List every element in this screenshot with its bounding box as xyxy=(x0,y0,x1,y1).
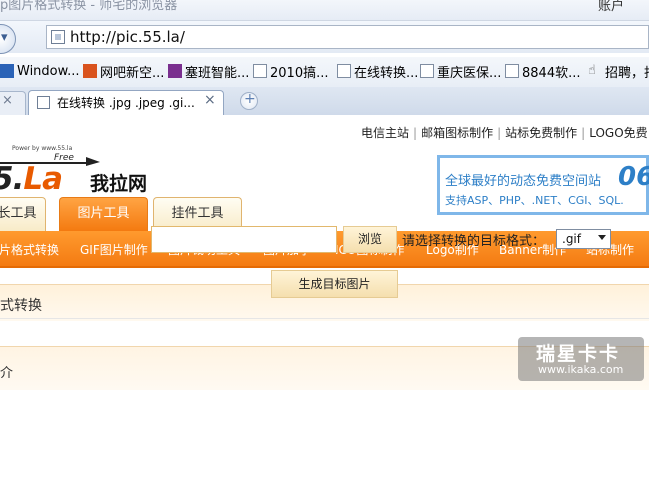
site-logo[interactable]: Power by www.55.la Free 5.La 我拉网 xyxy=(0,130,174,197)
toplink-logo-maker[interactable]: LOGO免费 xyxy=(589,124,647,141)
toplink-mail-icon-maker[interactable]: 邮箱图标制作 xyxy=(421,124,493,141)
bookmark-label: 在线转换... xyxy=(354,65,419,81)
bookmark-item[interactable]: 塞班智能... xyxy=(168,61,249,81)
bookmark-label: 重庆医保... xyxy=(437,65,502,81)
web-page: 电信主站 | 邮箱图标制作 | 站标免费制作 | LOGO免费 Power by www.5… xyxy=(0,115,649,504)
browse-button[interactable]: 浏览 xyxy=(343,226,397,253)
symbian-icon xyxy=(168,64,182,78)
tab-active[interactable]: 在线转换 .jpg .jpeg .gi... × xyxy=(28,90,224,115)
address-bar[interactable]: http://pic.55.la/ xyxy=(46,25,649,49)
subnav-format-convert[interactable]: 片格式转换 xyxy=(0,241,59,258)
chevron-down-icon: ▾ xyxy=(1,30,8,45)
subnav-gif-maker[interactable]: GIF图片制作 xyxy=(80,241,148,258)
bookmark-item[interactable]: 8844软... xyxy=(505,61,580,81)
bookmark-item[interactable]: 2010搞... xyxy=(253,61,328,81)
main-tab-image-tools[interactable]: 图片工具 xyxy=(59,197,148,231)
tab-label: 在线转换 .jpg .jpeg .gi... xyxy=(57,96,195,110)
account-menu[interactable]: 账户 xyxy=(598,0,624,14)
bookmark-label: 招聘，找 xyxy=(605,65,649,81)
tab-previous[interactable]: × xyxy=(0,91,26,115)
watermark-brand: 瑞星卡卡 xyxy=(536,343,621,365)
section-title: 式转换 xyxy=(0,298,42,314)
close-icon[interactable]: × xyxy=(2,93,13,108)
ad-banner[interactable]: 全球最好的动态免费空间站 06 支持ASP、PHP、.NET、CGI、SQL. xyxy=(437,155,649,215)
file-path-input[interactable] xyxy=(151,226,337,253)
chevron-down-icon xyxy=(598,235,606,240)
generate-button[interactable]: 生成目标图片 xyxy=(271,270,398,298)
logo-wordmark: 5.La xyxy=(0,161,63,197)
tab-strip: × 在线转换 .jpg .jpeg .gi... × + xyxy=(0,87,649,115)
toplink-favicon-maker[interactable]: 站标免费制作 xyxy=(505,124,577,141)
page-icon xyxy=(505,64,519,78)
intro-title: 介 xyxy=(0,366,14,381)
toplink-telecom[interactable]: 电信主站 xyxy=(361,124,409,141)
new-tab-button[interactable]: + xyxy=(240,91,258,110)
bookmark-label: 塞班智能... xyxy=(185,65,250,81)
bookmark-item[interactable]: 在线转换... xyxy=(337,61,418,81)
bookmark-item[interactable]: 网吧新空... xyxy=(83,61,164,81)
page-icon xyxy=(253,64,267,78)
watermark-url: www.ikaka.com xyxy=(538,363,624,376)
ad-subline: 支持ASP、PHP、.NET、CGI、SQL. xyxy=(445,194,624,207)
bookmark-item[interactable]: 重庆医保... xyxy=(420,61,501,81)
main-tab-account-tools[interactable]: 长工具 xyxy=(0,197,46,231)
page-icon xyxy=(37,96,50,109)
ad-number: 06 xyxy=(618,162,649,192)
page-icon xyxy=(51,30,65,44)
page-icon xyxy=(420,64,434,78)
hand-icon: ☝ xyxy=(588,63,596,78)
window-titlebar: p图片格式转换 - 师宅的浏览器 账户 xyxy=(0,0,649,21)
bookmark-label: Window... xyxy=(17,63,80,79)
windows7-icon xyxy=(0,64,14,78)
format-select[interactable]: .gif xyxy=(556,229,611,249)
format-label: 请选择转换的目标格式： xyxy=(402,234,546,249)
bookmark-item[interactable]: Window... xyxy=(0,61,79,81)
ad-headline: 全球最好的动态免费空间站 xyxy=(445,174,602,189)
bookmark-label: 8844软... xyxy=(522,65,581,81)
separator: | xyxy=(497,126,502,140)
logo-chinese-name: 我拉网 xyxy=(90,173,148,195)
page-icon xyxy=(337,64,351,78)
bookmark-label: 2010搞... xyxy=(270,65,329,81)
separator: | xyxy=(413,126,418,140)
address-url[interactable]: http://pic.55.la/ xyxy=(70,28,185,46)
window-title: p图片格式转换 - 师宅的浏览器 xyxy=(0,0,178,13)
bookmark-item[interactable]: ☝ 招聘，找 xyxy=(588,61,649,81)
tab-close-icon[interactable]: × xyxy=(204,92,216,108)
separator: | xyxy=(581,126,586,140)
top-links: 电信主站 | 邮箱图标制作 | 站标免费制作 | LOGO免费 xyxy=(361,124,648,141)
divider xyxy=(0,318,649,319)
netbar-icon xyxy=(83,64,97,78)
plus-icon: + xyxy=(244,91,256,107)
bookmark-label: 网吧新空... xyxy=(100,65,165,81)
format-select-value: .gif xyxy=(562,232,581,246)
watermark: 瑞星卡卡 www.ikaka.com xyxy=(518,337,644,381)
